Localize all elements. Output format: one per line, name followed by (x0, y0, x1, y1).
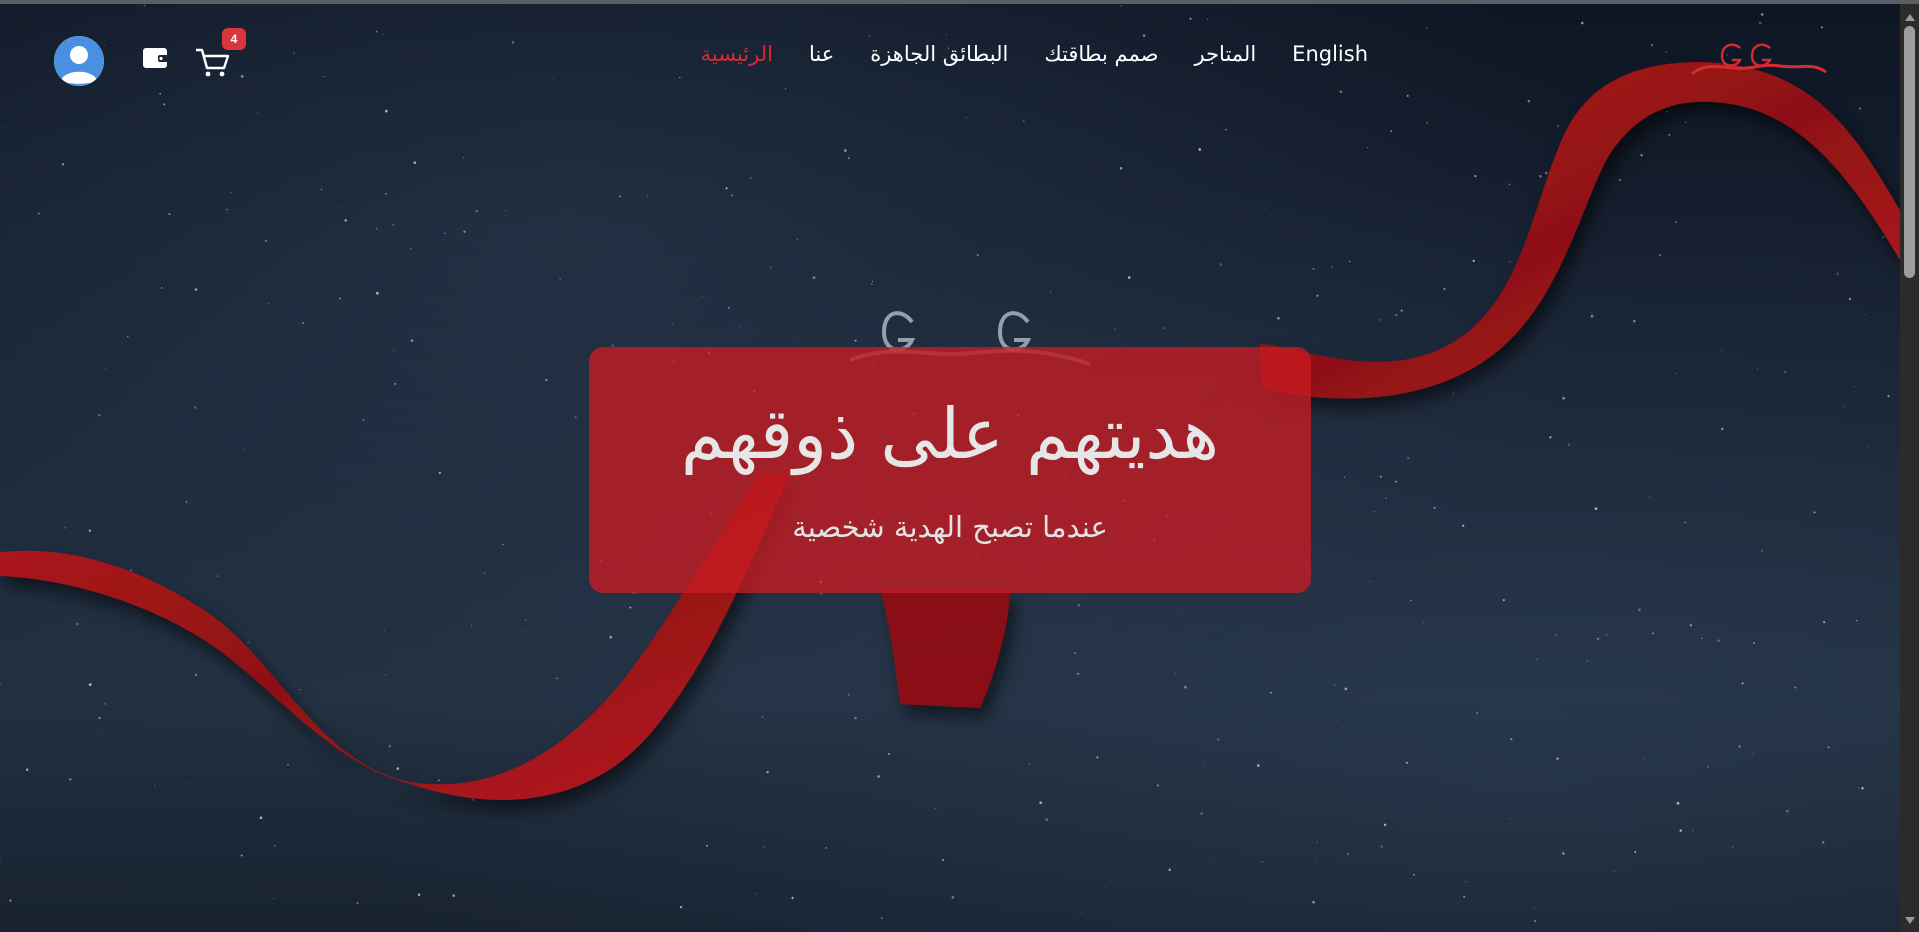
scroll-up-arrow-icon[interactable] (1905, 14, 1915, 21)
top-navbar: 4 الرئيسية عنا البطائق الجاهزة صمم بطاقت… (0, 28, 1900, 86)
hero-section: 4 الرئيسية عنا البطائق الجاهزة صمم بطاقت… (0, 4, 1900, 932)
cart-count-badge: 4 (222, 28, 246, 50)
nav-link-design-card[interactable]: صمم بطاقتك (1044, 42, 1158, 66)
scroll-down-arrow-icon[interactable] (1905, 917, 1915, 924)
wallet-icon[interactable] (141, 45, 169, 71)
nav-link-ready-cards[interactable]: البطائق الجاهزة (870, 42, 1008, 66)
nav-link-about[interactable]: عنا (809, 42, 834, 66)
vertical-scrollbar[interactable] (1900, 4, 1919, 932)
scrollbar-thumb[interactable] (1904, 26, 1915, 278)
hero-subline: عندما تصبح الهدية شخصية (792, 510, 1108, 544)
gg-logo-icon[interactable] (1688, 38, 1828, 82)
nav-link-english[interactable]: English (1292, 42, 1368, 66)
nav-links: الرئيسية عنا البطائق الجاهزة صمم بطاقتك … (701, 42, 1368, 66)
nav-link-home[interactable]: الرئيسية (701, 42, 773, 66)
hero-headline: هديتهم على ذوقهم (680, 393, 1220, 475)
hero-card: هديتهم على ذوقهم عندما تصبح الهدية شخصية (589, 347, 1311, 593)
user-avatar-icon[interactable] (54, 36, 104, 86)
nav-link-stores[interactable]: المتاجر (1194, 42, 1256, 66)
